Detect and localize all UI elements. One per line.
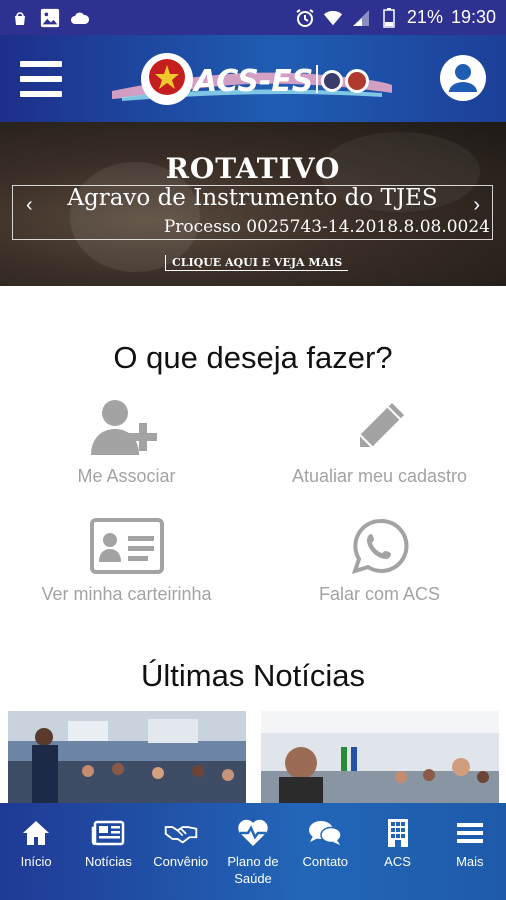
id-card-icon: [0, 516, 253, 576]
news-photo: [261, 711, 499, 803]
update-profile-label: Atualiar meu cadastro: [291, 466, 468, 486]
alarm-icon: [295, 8, 315, 28]
chat-icon: [308, 817, 343, 849]
add-user-icon: [0, 398, 253, 458]
status-bar: 21% 19:30: [0, 0, 506, 35]
clock: 19:30: [450, 7, 496, 27]
battery-percent: 21%: [406, 7, 443, 27]
nav-contact[interactable]: Contato: [289, 803, 361, 900]
menu-icon: [453, 817, 487, 849]
nav-health-plan[interactable]: Plano de Saúde: [217, 803, 289, 900]
banner-prev-icon[interactable]: ‹: [26, 194, 46, 216]
contact-acs-label: Falar com ACS: [318, 584, 441, 604]
app-header: ACS-ES: [0, 35, 506, 122]
notification-bag-icon: [10, 8, 30, 28]
member-card-button[interactable]: Ver minha carteirinha: [0, 516, 253, 605]
news-photo: [8, 711, 246, 803]
bottom-navigation: Início Notícias Convênio Plano de Saúde …: [0, 803, 506, 900]
update-profile-button[interactable]: Atualiar meu cadastro: [253, 398, 506, 487]
nav-more[interactable]: Mais: [434, 803, 506, 900]
nav-news-label: Notícias: [84, 854, 132, 869]
profile-button[interactable]: [440, 55, 486, 101]
nav-contact-label: Contato: [302, 854, 349, 869]
nav-home-label: Início: [20, 854, 52, 869]
nav-health-plan-label: Plano de Saúde: [227, 854, 279, 886]
pencil-icon: [253, 398, 506, 458]
banner-title: ROTATIVO: [165, 152, 341, 185]
nav-home[interactable]: Início: [0, 803, 72, 900]
acs-es-logo: ACS-ES: [112, 49, 392, 109]
newspaper-icon: [91, 817, 125, 849]
cloud-icon: [70, 8, 90, 28]
actions-title: O que deseja fazer?: [113, 340, 393, 375]
banner-subtitle: Agravo de Instrumento do TJES: [67, 185, 438, 211]
handshake-icon: [164, 817, 198, 849]
nav-partnerships-label: Convênio: [153, 854, 209, 869]
heart-pulse-icon: [236, 817, 270, 849]
menu-bar: [20, 61, 62, 67]
battery-icon: [379, 7, 399, 28]
home-icon: [19, 817, 53, 849]
notification-image-icon: [40, 8, 60, 28]
nav-news[interactable]: Notícias: [72, 803, 144, 900]
logo-text: ACS-ES: [192, 64, 313, 99]
nav-acs[interactable]: ACS: [361, 803, 433, 900]
menu-bar: [20, 76, 62, 82]
contact-acs-button[interactable]: Falar com ACS: [253, 516, 506, 605]
nav-partnerships[interactable]: Convênio: [145, 803, 217, 900]
wifi-icon: [323, 8, 343, 28]
associate-label: Me Associar: [77, 466, 176, 486]
member-card-label: Ver minha carteirinha: [41, 584, 212, 604]
news-card[interactable]: [261, 711, 499, 803]
signal-icon: [351, 8, 371, 28]
news-title: Últimas Notícias: [141, 658, 365, 693]
nav-acs-label: ACS: [384, 854, 411, 869]
associate-button[interactable]: Me Associar: [0, 398, 253, 487]
nav-more-label: Mais: [456, 854, 484, 869]
banner-process-number: Processo 0025743-14.2018.8.08.0024: [163, 217, 490, 237]
whatsapp-icon: [253, 516, 506, 576]
user-avatar-icon: [441, 56, 485, 100]
banner-cta-link[interactable]: CLIQUE AQUI E VEJA MAIS: [165, 255, 349, 271]
banner-next-icon[interactable]: ›: [460, 194, 480, 216]
hamburger-menu-button[interactable]: [20, 61, 62, 97]
news-card[interactable]: [8, 711, 246, 803]
menu-bar: [20, 91, 62, 97]
building-icon: [381, 817, 415, 849]
